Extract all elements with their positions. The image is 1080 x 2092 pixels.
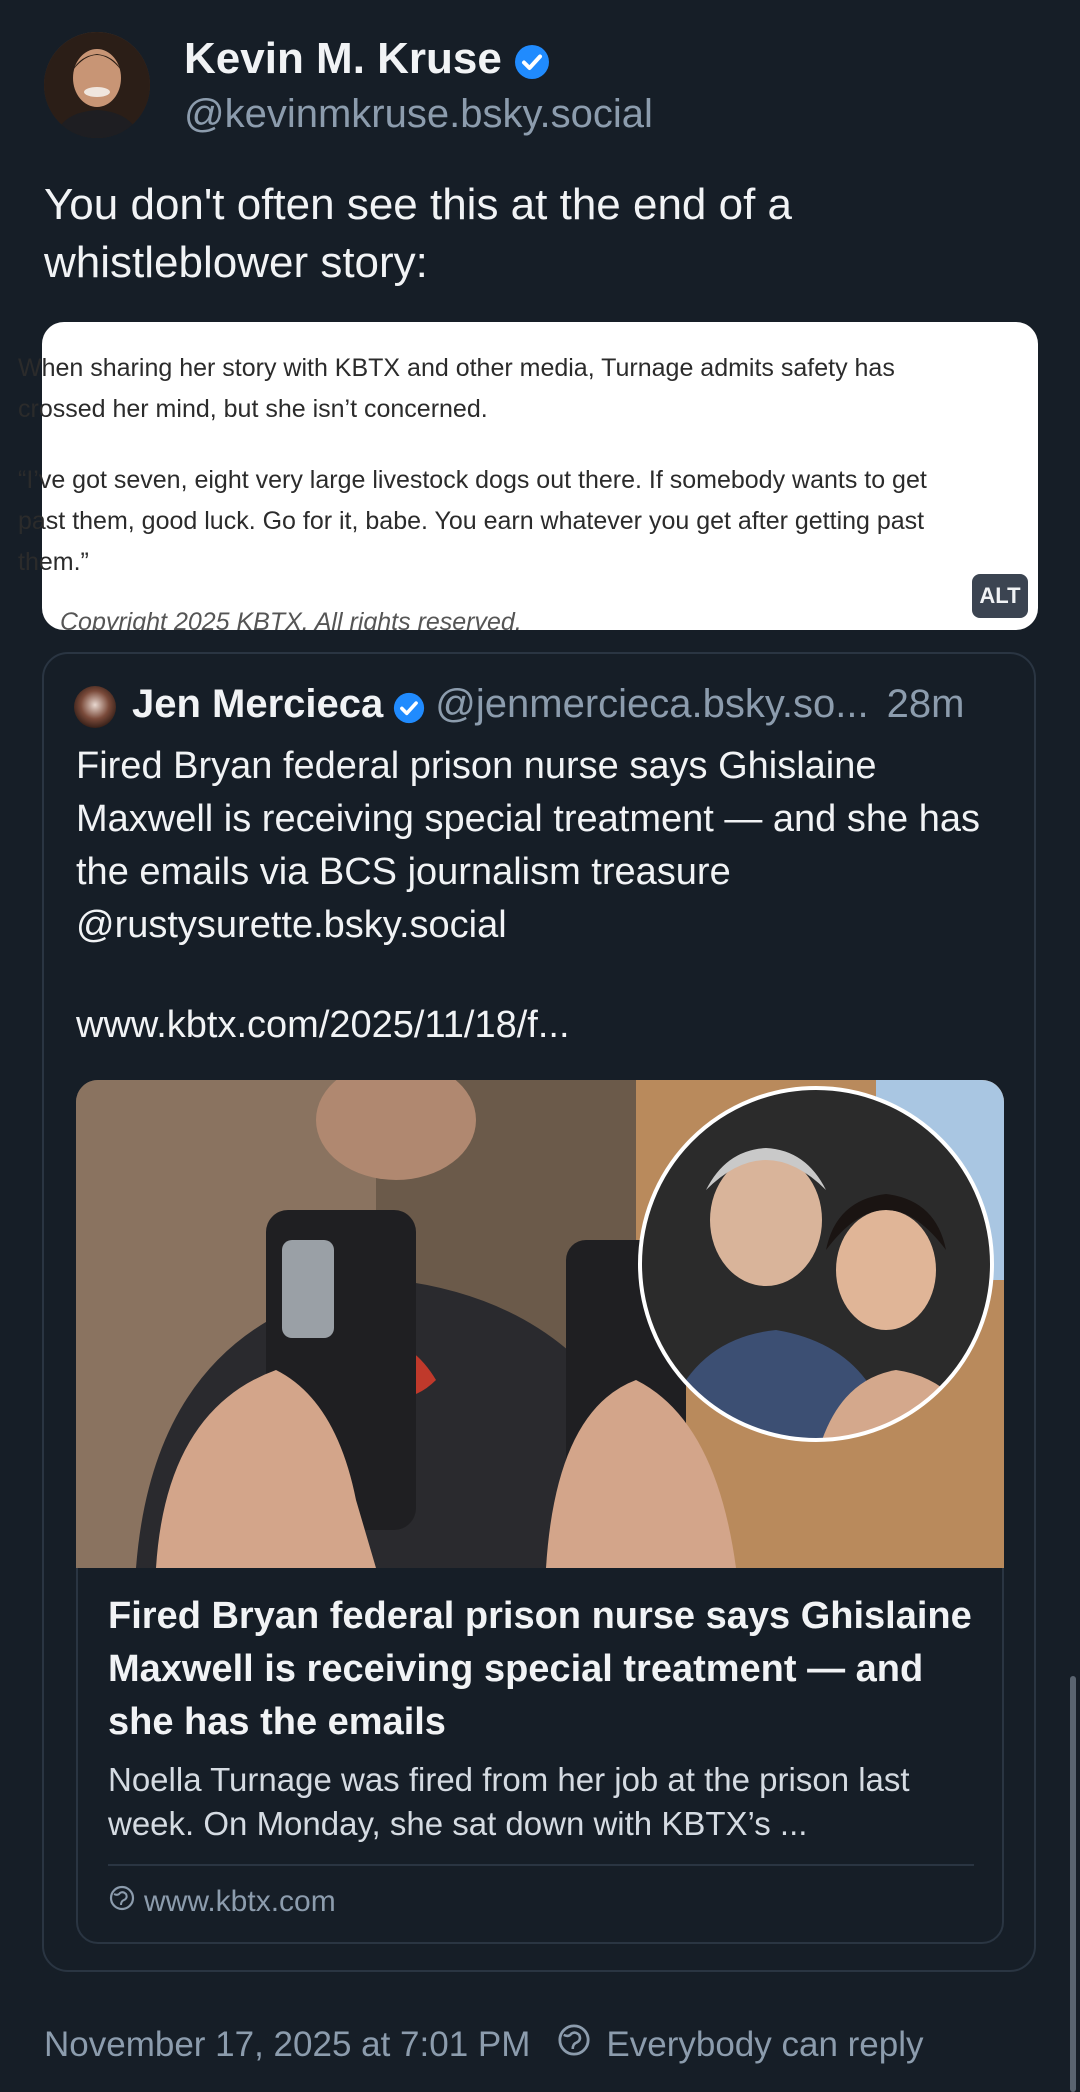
quoted-author-handle[interactable]: @jenmercieca.bsky.so... [435, 682, 868, 727]
globe-icon [108, 1884, 136, 1920]
quoted-post-time: 28m [886, 682, 965, 726]
link-card-title[interactable]: Fired Bryan federal prison nurse says Gh… [108, 1590, 988, 1749]
quoted-author-avatar[interactable] [74, 686, 116, 728]
image-text-paragraph-2: “I’ve got seven, eight very large livest… [18, 466, 927, 576]
author-name[interactable]: Kevin M. Kruse [184, 34, 550, 84]
alt-text-button[interactable]: ALT [972, 574, 1028, 618]
author-avatar[interactable] [44, 32, 150, 138]
reply-setting-label: Everybody can reply [606, 2024, 924, 2064]
link-preview-image[interactable] [76, 1080, 1004, 1568]
post-thread-view: Kevin M. Kruse @kevinmkruse.bsky.social … [0, 0, 1080, 2092]
scrollbar[interactable] [1070, 1676, 1076, 2092]
verified-badge-icon [393, 689, 425, 723]
image-bottom-crop: Copyright 2025 KBTX. All rights reserved… [42, 600, 1038, 630]
quoted-post-header: Jen Mercieca @jenmercieca.bsky.so... 28m [132, 682, 964, 727]
verified-badge-icon [514, 41, 550, 79]
post-footer: November 17, 2025 at 7:01 PM Everybody c… [44, 2022, 924, 2067]
link-card-divider [108, 1864, 974, 1866]
reply-setting[interactable]: Everybody can reply [556, 2022, 924, 2067]
author-display-name: Kevin M. Kruse [184, 34, 502, 83]
link-card-domain-text: www.kbtx.com [144, 1885, 336, 1918]
post-text: You don't often see this at the end of a… [44, 180, 793, 287]
author-handle[interactable]: @kevinmkruse.bsky.social [184, 92, 653, 137]
image-copyright-text: Copyright 2025 KBTX. All rights reserved… [60, 608, 522, 630]
post-timestamp: November 17, 2025 at 7:01 PM [44, 2024, 531, 2064]
globe-icon [556, 2022, 592, 2067]
link-card-domain[interactable]: www.kbtx.com [108, 1884, 336, 1920]
quoted-post-text: Fired Bryan federal prison nurse says Gh… [76, 745, 980, 946]
quoted-post-link[interactable]: www.kbtx.com/2025/11/18/f... [76, 1004, 570, 1047]
link-card-description: Noella Turnage was fired from her job at… [108, 1761, 910, 1842]
quoted-author-name[interactable]: Jen Mercieca [132, 682, 383, 727]
image-text-paragraph-1: When sharing her story with KBTX and oth… [18, 354, 895, 423]
